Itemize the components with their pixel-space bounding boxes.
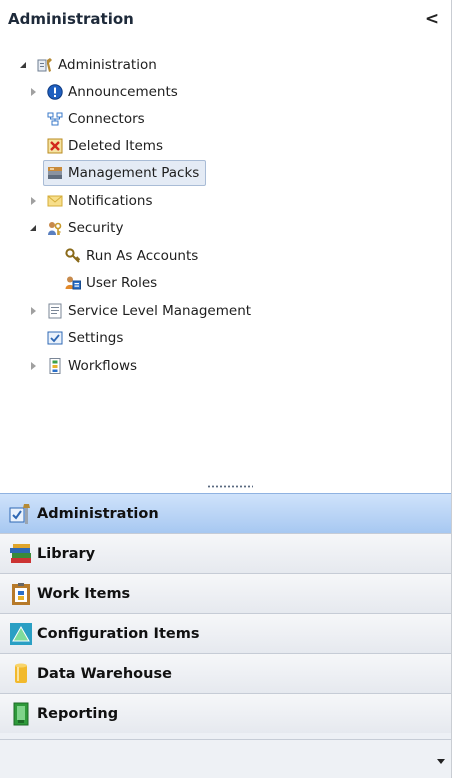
tree-label: Notifications [68, 193, 153, 209]
nav-label: Data Warehouse [37, 665, 172, 682]
wunderbar: Administration Library Work Items Config… [0, 493, 451, 778]
tree-label: Management Packs [68, 165, 200, 181]
security-icon [47, 220, 63, 236]
nav-button-work-items[interactable]: Work Items [0, 573, 451, 613]
navigation-panel: Administration < Administration Announce… [0, 0, 452, 778]
tree-node-settings[interactable]: Settings [47, 325, 123, 351]
nav-label: Library [37, 545, 96, 562]
tree-node-administration[interactable]: Administration [19, 52, 157, 78]
splitter-grip[interactable] [207, 485, 253, 488]
tree-label: Deleted Items [68, 138, 163, 154]
panel-title: Administration [8, 10, 134, 28]
tree-label: Settings [68, 330, 124, 346]
envelope-icon [47, 193, 63, 209]
document-icon [47, 303, 63, 319]
settings-check-icon [47, 330, 63, 346]
user-roles-icon [65, 275, 81, 291]
nav-button-administration[interactable]: Administration [0, 493, 451, 533]
chevron-down-icon[interactable] [437, 759, 445, 764]
expand-toggle[interactable] [29, 361, 39, 371]
books-icon [9, 542, 33, 566]
expand-toggle[interactable] [19, 60, 29, 70]
tree-node-notifications[interactable]: Notifications [29, 188, 153, 214]
collapse-panel-button[interactable]: < [423, 9, 441, 29]
database-icon [9, 662, 33, 686]
administration-icon [37, 57, 53, 73]
tree-node-security[interactable]: Security [29, 215, 123, 241]
nav-label: Reporting [37, 705, 119, 722]
nav-button-data-warehouse[interactable]: Data Warehouse [0, 653, 451, 693]
tree-label: Workflows [68, 358, 138, 374]
nav-button-library[interactable]: Library [0, 533, 451, 573]
deleted-items-icon [47, 138, 63, 154]
tree-label: User Roles [86, 275, 158, 291]
tree-node-workflows[interactable]: Workflows [29, 353, 137, 379]
tree-node-management-packs[interactable]: Management Packs [43, 160, 207, 186]
nav-label: Work Items [37, 585, 131, 602]
expand-toggle[interactable] [29, 196, 39, 206]
expand-toggle[interactable] [29, 306, 39, 316]
nav-button-configuration-items[interactable]: Configuration Items [0, 613, 451, 653]
expand-toggle[interactable] [29, 87, 39, 97]
tree-label: Security [68, 220, 124, 236]
nav-label: Administration [37, 505, 159, 522]
expand-toggle[interactable] [29, 223, 39, 233]
administration-nav-icon [9, 502, 33, 526]
nav-label: Configuration Items [37, 625, 200, 642]
triangle-icon [9, 622, 33, 646]
tree-node-run-as-accounts[interactable]: Run As Accounts [65, 243, 198, 269]
tree-label: Connectors [68, 111, 145, 127]
tree-label: Service Level Management [68, 303, 252, 319]
workflow-icon [47, 358, 63, 374]
tree-node-deleted-items[interactable]: Deleted Items [47, 133, 163, 159]
connectors-icon [47, 111, 63, 127]
tree-node-connectors[interactable]: Connectors [47, 106, 145, 132]
nav-button-reporting[interactable]: Reporting [0, 693, 451, 733]
tree-node-announcements[interactable]: Announcements [29, 79, 178, 105]
info-icon [47, 84, 63, 100]
tree-label: Run As Accounts [86, 248, 199, 264]
report-icon [9, 702, 33, 726]
tree-node-service-level-management[interactable]: Service Level Management [29, 298, 251, 324]
tree-node-user-roles[interactable]: User Roles [65, 270, 157, 296]
management-packs-icon [47, 165, 63, 181]
panel-header: Administration < [0, 0, 451, 40]
key-icon [65, 248, 81, 264]
tree-label: Administration [58, 57, 157, 73]
clipboard-icon [9, 582, 33, 606]
nav-overflow-bar [0, 739, 451, 778]
tree-label: Announcements [68, 84, 178, 100]
